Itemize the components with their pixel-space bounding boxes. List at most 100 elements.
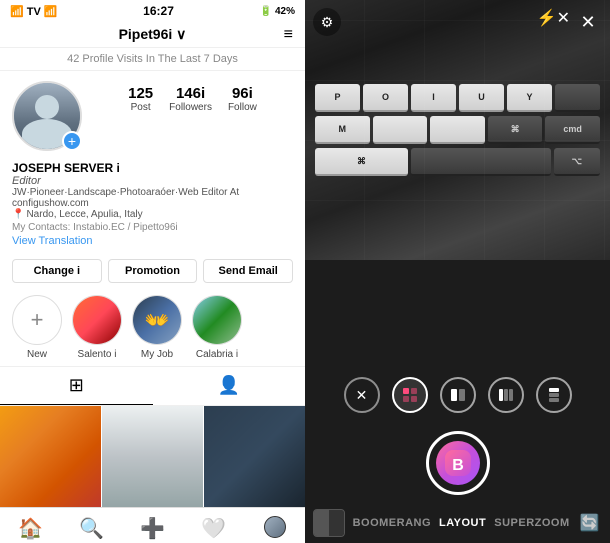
camera-viewfinder: P O I U Y M ⌘ cmd ⌘ ⌥ ⚙ bbox=[305, 0, 610, 260]
send-email-button[interactable]: Send Email bbox=[203, 259, 293, 283]
camera-bottom: ✕ bbox=[305, 260, 610, 543]
camera-bottom-strip: BOOMERANG LAYOUT SUPERZOOM 🔄 bbox=[305, 503, 610, 543]
layout-third-icon bbox=[498, 388, 514, 402]
close-camera-button[interactable]: ✕ bbox=[574, 8, 602, 36]
search-icon: 🔍 bbox=[79, 516, 104, 541]
story-circle-salento[interactable] bbox=[72, 295, 122, 345]
username-text[interactable]: Pipet96i ∨ bbox=[119, 26, 187, 43]
story-calabria[interactable]: Calabria i bbox=[192, 295, 242, 360]
story-label-new: New bbox=[27, 349, 47, 360]
battery-icon: 🔋 bbox=[260, 6, 272, 17]
layout-vertical-icon bbox=[548, 387, 560, 403]
mode-layout[interactable]: LAYOUT bbox=[439, 517, 486, 529]
posts-count: 125 bbox=[128, 85, 153, 102]
action-buttons: Change i Promotion Send Email bbox=[0, 253, 305, 289]
contacts-label: My Contacts: bbox=[12, 222, 70, 233]
stats-row: 125 Post 146i Followers 96i Follow bbox=[92, 81, 293, 113]
story-label-myjob: My Job bbox=[141, 349, 173, 360]
mode-labels: BOOMERANG LAYOUT SUPERZOOM bbox=[353, 517, 570, 529]
nav-home[interactable]: 🏠 bbox=[0, 516, 61, 541]
story-new[interactable]: + New bbox=[12, 295, 62, 360]
followers-label: Followers bbox=[169, 102, 212, 113]
nav-activity[interactable]: 🤍 bbox=[183, 516, 244, 541]
status-right: 🔋 42% bbox=[260, 6, 295, 17]
carrier-text: 📶 TV bbox=[10, 5, 41, 18]
layout-grid-button[interactable] bbox=[392, 377, 428, 413]
promotion-button[interactable]: Promotion bbox=[108, 259, 198, 283]
location-pin-icon: 📍 bbox=[12, 209, 24, 220]
story-salento[interactable]: Salento i bbox=[72, 295, 122, 360]
change-button[interactable]: Change i bbox=[12, 259, 102, 283]
bio-name: JOSEPH SERVER i bbox=[12, 161, 293, 175]
story-image-salento bbox=[73, 296, 121, 344]
bottom-nav: 🏠 🔍 ➕ 🤍 bbox=[0, 507, 305, 543]
stat-posts[interactable]: 125 Post bbox=[128, 85, 153, 113]
grid-photo-1[interactable] bbox=[0, 406, 101, 507]
contacts-links: Instabio.EC / Pipetto96i bbox=[73, 222, 178, 233]
bio-contacts: My Contacts: Instabio.EC / Pipetto96i bbox=[12, 222, 293, 233]
stories-row: + New Salento i 👐 My Job Calabria i bbox=[0, 289, 305, 367]
boomerang-icon: B bbox=[443, 448, 473, 478]
view-translation-link[interactable]: View Translation bbox=[12, 235, 293, 247]
svg-text:B: B bbox=[452, 457, 464, 474]
nav-search[interactable]: 🔍 bbox=[61, 516, 122, 541]
shutter-button[interactable]: B bbox=[426, 431, 490, 495]
person-tab-icon: 👤 bbox=[218, 375, 240, 396]
grid-photo-3[interactable] bbox=[204, 406, 305, 507]
thumb-left bbox=[314, 510, 329, 536]
settings-icon[interactable]: ⚙ bbox=[313, 8, 341, 36]
nav-add[interactable]: ➕ bbox=[122, 516, 183, 541]
mode-superzoom[interactable]: SUPERZOOM bbox=[494, 517, 569, 529]
bio-title: Editor bbox=[12, 175, 293, 187]
status-bar: 📶 TV 📶 16:27 🔋 42% bbox=[0, 0, 305, 22]
visits-banner: 42 Profile Visits In The Last 7 Days bbox=[0, 48, 305, 71]
story-image-calabria bbox=[193, 296, 241, 344]
tab-row: ⊞ 👤 bbox=[0, 367, 305, 406]
story-label-calabria: Calabria i bbox=[196, 349, 238, 360]
tab-person[interactable]: 👤 bbox=[153, 367, 306, 405]
stat-followers[interactable]: 146i Followers bbox=[169, 85, 212, 113]
story-circle-myjob[interactable]: 👐 bbox=[132, 295, 182, 345]
battery-text: 42% bbox=[275, 6, 295, 17]
bio-description: JW·Pioneer·Landscape·Photoaraóer·Web Edi… bbox=[12, 187, 293, 209]
menu-icon[interactable]: ≡ bbox=[284, 26, 293, 44]
camera-flip-button[interactable]: 🔄 bbox=[578, 509, 602, 537]
add-story-button[interactable]: + bbox=[62, 131, 82, 151]
nav-profile[interactable] bbox=[244, 516, 305, 541]
story-myjob[interactable]: 👐 My Job bbox=[132, 295, 182, 360]
wifi-icon: 📶 bbox=[44, 5, 58, 18]
job-icon: 👐 bbox=[145, 308, 170, 333]
avatar-container: + bbox=[12, 81, 82, 151]
grid-photo-2[interactable] bbox=[102, 406, 203, 507]
layout-grid-icon bbox=[402, 387, 418, 403]
stat-following[interactable]: 96i Follow bbox=[228, 85, 257, 113]
story-circle-calabria[interactable] bbox=[192, 295, 242, 345]
flash-icon[interactable]: ⚡✕ bbox=[537, 8, 570, 28]
layout-vertical-button[interactable] bbox=[536, 377, 572, 413]
following-label: Follow bbox=[228, 102, 257, 113]
story-circle-new[interactable]: + bbox=[12, 295, 62, 345]
tab-grid[interactable]: ⊞ bbox=[0, 367, 153, 405]
followers-count: 146i bbox=[176, 85, 205, 102]
photo-grid bbox=[0, 406, 305, 507]
layout-half-button[interactable] bbox=[440, 377, 476, 413]
shutter-area: B bbox=[305, 423, 610, 503]
instagram-profile-panel: 📶 TV 📶 16:27 🔋 42% Pipet96i ∨ ≡ 42 Profi… bbox=[0, 0, 305, 543]
following-count: 96i bbox=[232, 85, 253, 102]
add-icon: ➕ bbox=[140, 516, 165, 541]
status-left: 📶 TV 📶 bbox=[10, 5, 58, 18]
posts-label: Post bbox=[131, 102, 151, 113]
camera-grid-overlay bbox=[305, 0, 610, 260]
layout-close-button[interactable]: ✕ bbox=[344, 377, 380, 413]
bio-location: 📍 Nardo, Lecce, Apulia, Italy bbox=[12, 209, 293, 220]
home-icon: 🏠 bbox=[18, 516, 43, 541]
username-area[interactable]: Pipet96i ∨ bbox=[119, 26, 187, 43]
boomerang-logo: B bbox=[436, 441, 480, 485]
camera-panel: P O I U Y M ⌘ cmd ⌘ ⌥ ⚙ bbox=[305, 0, 610, 543]
heart-icon: 🤍 bbox=[201, 516, 226, 541]
profile-info: + 125 Post 146i Followers 96i Follow bbox=[0, 71, 305, 161]
story-image-myjob: 👐 bbox=[133, 296, 181, 344]
layout-half-icon bbox=[450, 388, 466, 402]
layout-third-button[interactable] bbox=[488, 377, 524, 413]
mode-boomerang[interactable]: BOOMERANG bbox=[353, 517, 431, 529]
